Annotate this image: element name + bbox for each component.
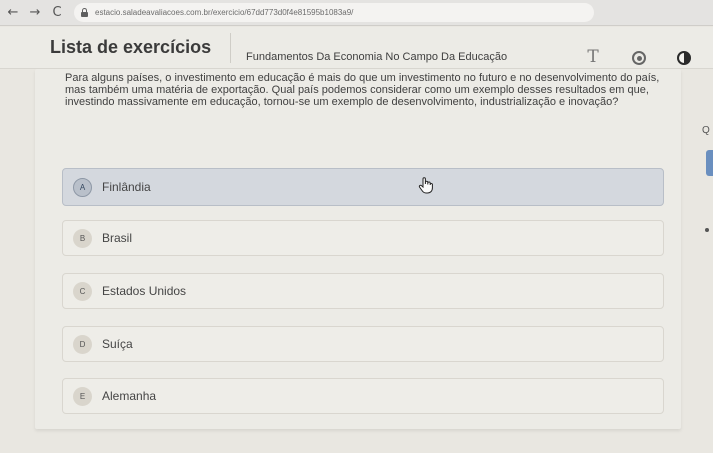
option-e[interactable]: E Alemanha [62, 378, 664, 414]
address-bar[interactable]: estacio.saladeavaliacoes.com.br/exercici… [74, 3, 594, 22]
course-name: Fundamentos Da Economia No Campo Da Educ… [246, 51, 508, 63]
option-letter-badge: C [73, 281, 92, 301]
page-title: Lista de exercícios [50, 37, 212, 57]
option-b[interactable]: B Brasil [62, 220, 664, 256]
contrast-icon[interactable] [675, 49, 693, 67]
option-label: Alemanha [102, 389, 157, 403]
option-label: Suíça [102, 337, 133, 351]
option-label: Finlândia [102, 180, 151, 194]
target-icon[interactable] [630, 49, 648, 67]
question-panel: Para alguns países, o investimento em ed… [35, 69, 681, 429]
url-text: estacio.saladeavaliacoes.com.br/exercici… [95, 8, 354, 17]
option-letter-badge: D [73, 334, 92, 354]
forward-arrow-icon[interactable]: → [24, 2, 46, 24]
side-panel-tab[interactable] [706, 150, 713, 176]
side-panel-fragment: Q [702, 125, 710, 136]
option-letter-badge: B [73, 228, 92, 248]
option-label: Brasil [102, 231, 133, 245]
reload-icon[interactable]: C [46, 2, 68, 24]
hand-cursor-icon [418, 177, 433, 194]
back-arrow-icon[interactable]: ← [2, 2, 24, 24]
header-divider [230, 33, 231, 63]
option-c[interactable]: C Estados Unidos [62, 273, 664, 309]
app-header: Lista de exercícios Fundamentos Da Econo… [0, 27, 713, 69]
font-size-icon[interactable]: T [584, 47, 602, 67]
lock-icon [80, 8, 89, 17]
option-a[interactable]: A Finlândia [62, 168, 664, 206]
option-d[interactable]: D Suíça [62, 326, 664, 362]
browser-toolbar: ← → C estacio.saladeavaliacoes.com.br/ex… [0, 0, 713, 26]
option-letter-badge: E [73, 386, 92, 406]
question-text: Para alguns países, o investimento em ed… [65, 72, 660, 108]
side-panel-dot [705, 228, 709, 232]
option-label: Estados Unidos [102, 284, 187, 298]
option-letter-badge: A [73, 177, 92, 197]
